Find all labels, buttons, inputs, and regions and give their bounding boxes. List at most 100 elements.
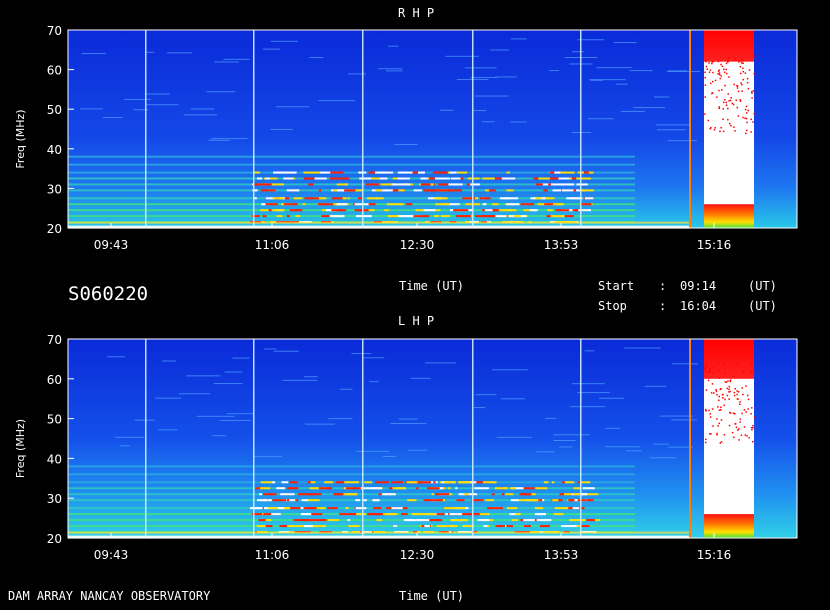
burst-speckle — [726, 387, 729, 390]
burst-speckle — [736, 106, 739, 109]
faint-streak — [134, 419, 155, 421]
emission-speckle — [553, 513, 564, 516]
faint-streak — [270, 40, 298, 42]
burst-speckle — [750, 371, 752, 374]
emission-speckle — [541, 183, 553, 186]
emission-speckle — [289, 209, 301, 212]
burst-speckle — [720, 406, 722, 409]
burst-speckle — [750, 131, 752, 133]
emission-speckle — [283, 203, 298, 206]
y-tick-label: 50 — [47, 413, 62, 427]
emission-speckle — [256, 525, 267, 528]
burst-speckle — [742, 70, 744, 73]
emission-speckle — [434, 197, 448, 200]
emission-speckle — [529, 499, 539, 502]
emission-speckle — [398, 189, 405, 192]
faint-streak — [475, 394, 497, 396]
faint-streak — [667, 70, 688, 72]
burst-speckle — [704, 113, 706, 115]
burst-speckle — [725, 62, 728, 65]
emission-speckle — [436, 513, 445, 516]
burst-speckle — [744, 108, 747, 111]
burst-speckle — [725, 68, 727, 71]
faint-streak — [620, 110, 645, 112]
y-tick-label: 20 — [47, 532, 62, 546]
vertical-line — [362, 30, 364, 228]
emission-speckle — [391, 507, 403, 510]
burst-speckle — [732, 412, 735, 414]
faint-streak — [613, 42, 637, 44]
burst-speckle — [716, 418, 718, 420]
burst-speckle — [743, 409, 746, 411]
burst-speckle — [738, 439, 740, 441]
emission-speckle — [555, 209, 570, 212]
emission-speckle — [320, 203, 325, 206]
emission-speckle — [284, 197, 290, 200]
x-tick-label: 11:06 — [255, 238, 290, 252]
faint-streak — [598, 397, 624, 399]
faint-streak — [273, 350, 299, 352]
emission-speckle — [276, 215, 283, 218]
burst-speckle — [708, 409, 710, 412]
burst-speckle — [739, 65, 742, 68]
faint-streak — [472, 110, 487, 112]
burst-speckle — [739, 401, 741, 403]
emission-speckle — [479, 197, 491, 200]
emission-speckle — [392, 177, 398, 180]
vertical-line — [580, 339, 582, 538]
emission-speckle — [334, 493, 340, 496]
faint-streak — [394, 143, 418, 145]
burst-speckle — [728, 122, 731, 125]
emission-speckle — [427, 487, 440, 490]
emission-speckle — [355, 507, 367, 510]
emission-speckle — [262, 215, 267, 218]
emission-speckle — [258, 519, 267, 522]
faint-streak — [223, 58, 250, 60]
burst-speckle — [718, 72, 721, 74]
burst-speckle — [720, 419, 723, 421]
faint-streak — [166, 52, 193, 54]
emission-speckle — [336, 183, 348, 186]
burst-speckle — [720, 63, 722, 66]
emission-speckle — [286, 189, 299, 192]
emission-speckle — [568, 499, 575, 502]
faint-streak — [549, 70, 560, 72]
emission-speckle — [302, 203, 306, 206]
burst-speckle — [705, 389, 708, 391]
faint-streak — [340, 388, 353, 390]
burst-speckle — [745, 105, 748, 108]
burst-speckle — [704, 368, 706, 370]
y-tick-label: 70 — [47, 333, 62, 347]
burst-speckle — [748, 69, 751, 71]
faint-streak — [545, 417, 557, 419]
emission-speckle — [520, 203, 535, 206]
burst-speckle — [736, 85, 739, 87]
emission-speckle — [554, 171, 560, 174]
emission-speckle — [485, 499, 494, 502]
burst-speckle — [740, 62, 743, 64]
emission-speckle — [359, 177, 371, 180]
burst-speckle — [740, 60, 742, 62]
burst-speckle — [729, 99, 732, 102]
faint-streak — [196, 415, 235, 417]
burst-speckle — [722, 397, 724, 399]
burst-speckle — [742, 78, 744, 81]
emission-speckle — [449, 513, 463, 516]
emission-speckle — [331, 197, 343, 200]
y-tick-label: 30 — [47, 492, 62, 506]
emission-speckle — [543, 481, 549, 484]
vertical-line — [145, 30, 147, 228]
emission-speckle — [536, 519, 550, 522]
emission-speckle — [303, 507, 310, 510]
vertical-line — [145, 339, 147, 538]
emission-speckle — [475, 183, 479, 186]
faint-streak — [470, 77, 497, 79]
emission-speckle — [328, 519, 340, 522]
burst-speckle — [751, 407, 753, 409]
burst-speckle — [709, 433, 711, 435]
emission-speckle — [397, 487, 406, 490]
emission-speckle — [583, 171, 589, 174]
vertical-line — [253, 30, 255, 228]
emission-speckle — [268, 209, 272, 212]
emission-speckle — [260, 481, 273, 484]
